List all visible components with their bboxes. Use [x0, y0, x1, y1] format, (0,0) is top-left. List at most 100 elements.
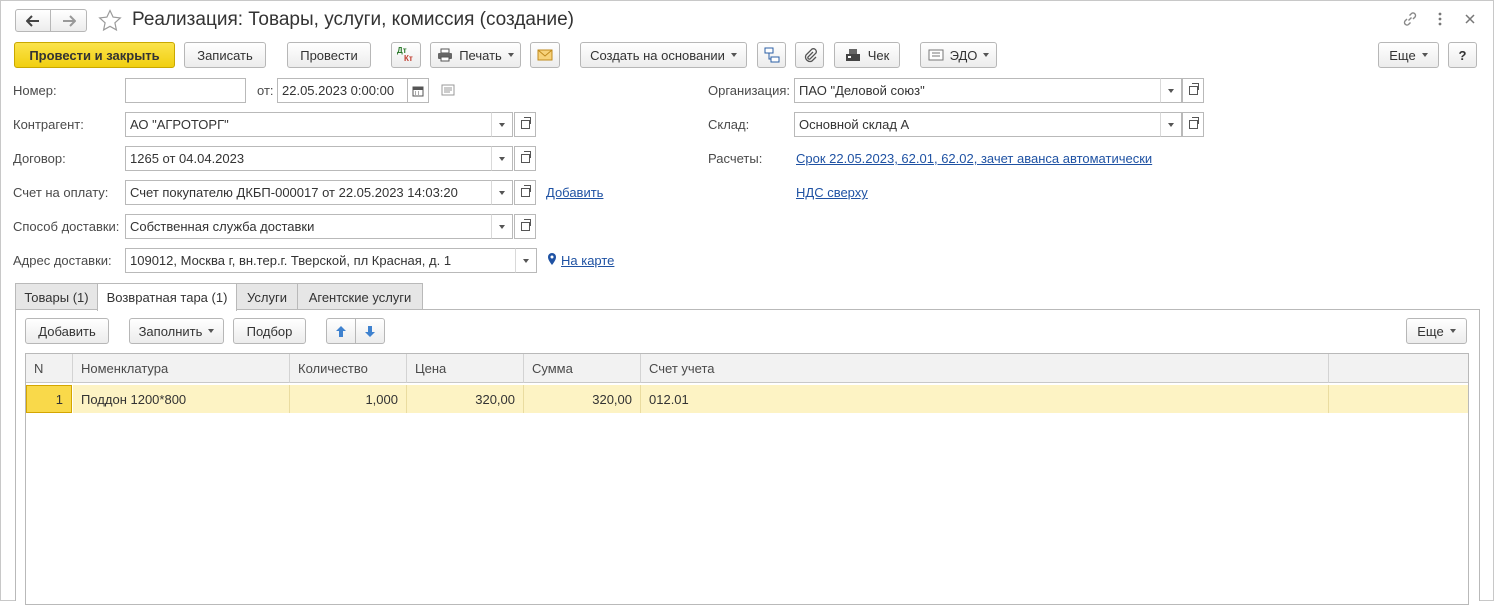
cell-account[interactable]: 012.01: [641, 385, 1329, 413]
delivery-method-input[interactable]: Собственная служба доставки: [125, 214, 492, 239]
edo-button[interactable]: ЭДО: [920, 42, 997, 68]
cell-item[interactable]: Поддон 1200*800: [73, 385, 290, 413]
items-table: N Номенклатура Количество Цена Сумма Сче…: [25, 353, 1469, 605]
tab-agent-services[interactable]: Агентские услуги: [297, 283, 423, 310]
invoice-dropdown[interactable]: [491, 180, 513, 205]
tab-returnable-packaging[interactable]: Возвратная тара (1): [97, 283, 237, 311]
contract-open[interactable]: [514, 146, 536, 171]
open-icon: [520, 151, 531, 163]
window-title: Реализация: Товары, услуги, комиссия (со…: [132, 9, 574, 30]
invoice-open[interactable]: [514, 180, 536, 205]
vat-link[interactable]: НДС сверху: [796, 185, 868, 200]
chevron-down-icon: [1168, 122, 1174, 127]
org-label: Организация:: [708, 83, 791, 98]
warehouse-label: Склад:: [708, 117, 750, 132]
settlements-label: Расчеты:: [708, 151, 763, 166]
close-icon[interactable]: [1464, 13, 1476, 25]
col-header-account[interactable]: Счет учета: [641, 354, 1329, 383]
forward-button[interactable]: [50, 9, 87, 32]
comment-icon[interactable]: [441, 84, 455, 96]
contract-label: Договор:: [13, 151, 66, 166]
document-window: Реализация: Товары, услуги, комиссия (со…: [0, 0, 1494, 605]
star-icon[interactable]: [98, 9, 122, 32]
more-vertical-icon[interactable]: [1435, 11, 1445, 27]
structure-icon: [764, 47, 779, 63]
help-button[interactable]: ?: [1448, 42, 1477, 68]
cell-n[interactable]: 1: [26, 385, 72, 413]
table-more-button[interactable]: Еще: [1406, 318, 1467, 344]
paperclip-icon: [804, 48, 817, 63]
org-input[interactable]: ПАО "Деловой союз": [794, 78, 1161, 103]
tab-services[interactable]: Услуги: [236, 283, 298, 310]
receipt-button[interactable]: Чек: [834, 42, 900, 68]
calendar-button[interactable]: [407, 78, 429, 103]
dt-kt-button[interactable]: Дт Кт: [391, 42, 421, 68]
tab-goods[interactable]: Товары (1): [15, 283, 98, 310]
calendar-icon: [412, 86, 424, 96]
contract-dropdown[interactable]: [491, 146, 513, 171]
post-and-close-button[interactable]: Провести и закрыть: [14, 42, 175, 68]
contractor-input[interactable]: АО "АГРОТОРГ": [125, 112, 492, 137]
org-dropdown[interactable]: [1160, 78, 1182, 103]
arrow-down-icon: [365, 325, 375, 337]
open-icon: [520, 185, 531, 197]
cell-qty[interactable]: 1,000: [290, 385, 407, 413]
delivery-address-dropdown[interactable]: [515, 248, 537, 273]
move-up-button[interactable]: [326, 318, 356, 344]
delivery-method-label: Способ доставки:: [13, 219, 120, 234]
cell-sum[interactable]: 320,00: [524, 385, 641, 413]
invoice-add-link[interactable]: Добавить: [546, 185, 603, 200]
contractor-dropdown[interactable]: [491, 112, 513, 137]
back-button[interactable]: [15, 9, 51, 32]
open-icon: [1188, 117, 1199, 129]
delivery-address-input[interactable]: 109012, Москва г, вн.тер.г. Тверской, пл…: [125, 248, 516, 273]
open-icon: [520, 219, 531, 231]
arrow-up-icon: [336, 325, 346, 337]
col-header-price[interactable]: Цена: [407, 354, 524, 383]
col-header-sum[interactable]: Сумма: [524, 354, 641, 383]
add-row-button[interactable]: Добавить: [25, 318, 109, 344]
date-input[interactable]: 22.05.2023 0:00:00: [277, 78, 408, 103]
contractor-open[interactable]: [514, 112, 536, 137]
post-button[interactable]: Провести: [287, 42, 371, 68]
structure-button[interactable]: [757, 42, 786, 68]
email-button[interactable]: [530, 42, 560, 68]
envelope-icon: [537, 49, 553, 61]
pick-button[interactable]: Подбор: [233, 318, 306, 344]
chevron-down-icon: [523, 258, 529, 263]
attach-button[interactable]: [795, 42, 824, 68]
warehouse-open[interactable]: [1182, 112, 1204, 137]
col-header-item[interactable]: Номенклатура: [73, 354, 290, 383]
print-button[interactable]: Печать: [430, 42, 521, 68]
col-header-empty: [1329, 354, 1468, 383]
contractor-label: Контрагент:: [13, 117, 84, 132]
chevron-down-icon: [499, 122, 505, 127]
link-icon[interactable]: [1402, 11, 1418, 27]
number-input[interactable]: [125, 78, 246, 103]
chevron-down-icon: [1168, 88, 1174, 93]
chevron-down-icon: [499, 190, 505, 195]
save-button[interactable]: Записать: [184, 42, 266, 68]
warehouse-input[interactable]: Основной склад А: [794, 112, 1161, 137]
fill-button[interactable]: Заполнить: [129, 318, 224, 344]
create-based-on-button[interactable]: Создать на основании: [580, 42, 747, 68]
move-down-button[interactable]: [355, 318, 385, 344]
org-open[interactable]: [1182, 78, 1204, 103]
more-button[interactable]: Еще: [1378, 42, 1439, 68]
contract-input[interactable]: 1265 от 04.04.2023: [125, 146, 492, 171]
delivery-method-dropdown[interactable]: [491, 214, 513, 239]
from-label: от:: [257, 83, 274, 98]
number-label: Номер:: [13, 83, 57, 98]
on-map-link[interactable]: На карте: [561, 253, 614, 268]
col-header-n[interactable]: N: [26, 354, 73, 383]
col-header-qty[interactable]: Количество: [290, 354, 407, 383]
cell-empty: [1329, 385, 1468, 413]
invoice-input[interactable]: Счет покупателю ДКБП-000017 от 22.05.202…: [125, 180, 492, 205]
cell-price[interactable]: 320,00: [407, 385, 524, 413]
dt-kt-icon: Дт Кт: [397, 46, 413, 63]
settlements-link[interactable]: Срок 22.05.2023, 62.01, 62.02, зачет ава…: [796, 151, 1152, 166]
edo-icon: [928, 49, 944, 61]
warehouse-dropdown[interactable]: [1160, 112, 1182, 137]
delivery-method-open[interactable]: [514, 214, 536, 239]
cash-register-icon: [845, 49, 860, 61]
